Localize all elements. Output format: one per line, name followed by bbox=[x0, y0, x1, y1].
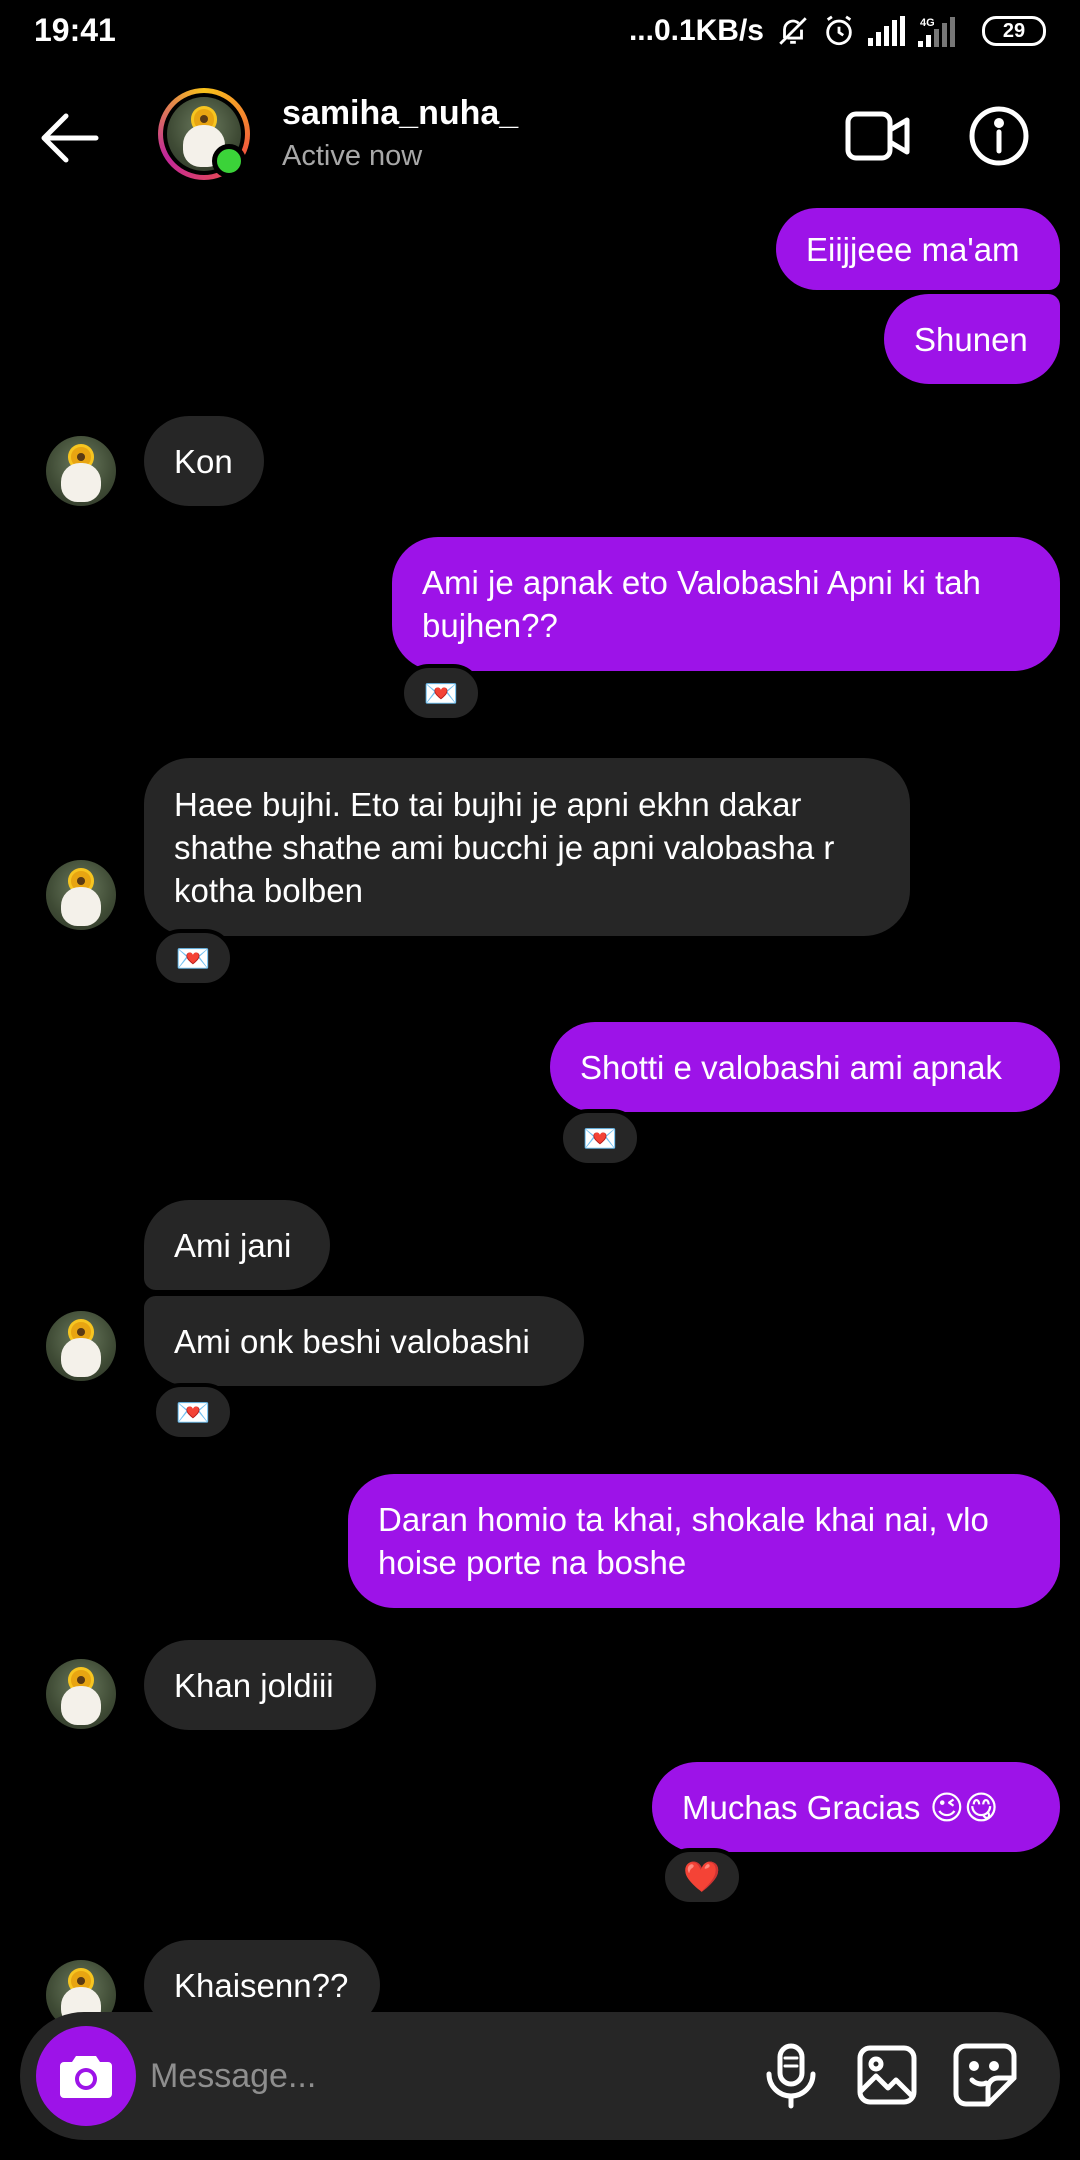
signal-4g-icon: 4G bbox=[918, 15, 970, 47]
message-bubble-sent[interactable]: Muchas Gracias 😉😋 bbox=[652, 1762, 1060, 1852]
network-type-label: 4G bbox=[920, 17, 935, 29]
message-bubble-received[interactable]: Ami onk beshi valobashi bbox=[144, 1296, 584, 1386]
chat-screen: 19:41 ...0.1KB/s 4G 29 samiha_nuha_ Acti… bbox=[0, 0, 1080, 2160]
message-bubble-sent[interactable]: Ami je apnak eto Valobashi Apni ki tah b… bbox=[392, 537, 1060, 671]
camera-icon bbox=[60, 2056, 112, 2098]
message-reaction[interactable]: 💌 bbox=[152, 929, 234, 987]
battery-indicator: 29 bbox=[982, 16, 1046, 46]
chat-username[interactable]: samiha_nuha_ bbox=[282, 94, 518, 133]
message-bubble-sent[interactable]: Shunen bbox=[884, 294, 1060, 384]
message-reaction[interactable]: ❤️ bbox=[661, 1848, 743, 1906]
chat-header: samiha_nuha_ Active now bbox=[0, 80, 1080, 195]
message-reaction[interactable]: 💌 bbox=[152, 1383, 234, 1441]
message-bubble-sent[interactable]: Eiijjeee ma'am bbox=[776, 208, 1060, 290]
back-button[interactable] bbox=[38, 110, 102, 166]
voice-message-button[interactable] bbox=[755, 2040, 827, 2112]
network-speed: ...0.1KB/s bbox=[628, 14, 764, 47]
sender-avatar[interactable] bbox=[46, 1659, 116, 1729]
video-call-button[interactable] bbox=[845, 108, 911, 164]
image-icon bbox=[857, 2045, 917, 2105]
message-bubble-sent[interactable]: Daran homio ta khai, shokale khai nai, v… bbox=[348, 1474, 1060, 1608]
sticker-icon bbox=[953, 2043, 1017, 2107]
sender-avatar[interactable] bbox=[46, 436, 116, 506]
message-reaction[interactable]: 💌 bbox=[559, 1109, 641, 1167]
camera-button[interactable] bbox=[36, 2026, 136, 2126]
back-arrow-icon bbox=[41, 113, 99, 163]
message-input[interactable] bbox=[150, 2046, 710, 2106]
gallery-button[interactable] bbox=[856, 2044, 918, 2106]
microphone-icon bbox=[766, 2043, 816, 2109]
mute-bell-icon bbox=[776, 14, 810, 48]
message-composer bbox=[20, 2012, 1060, 2140]
message-bubble-sent[interactable]: Shotti e valobashi ami apnak bbox=[550, 1022, 1060, 1112]
sender-avatar[interactable] bbox=[46, 860, 116, 930]
signal-icon bbox=[868, 16, 906, 46]
info-button[interactable] bbox=[968, 105, 1030, 167]
alarm-icon bbox=[822, 14, 856, 48]
message-bubble-received[interactable]: Kon bbox=[144, 416, 264, 506]
message-reaction[interactable]: 💌 bbox=[400, 664, 482, 722]
status-time: 19:41 bbox=[34, 12, 116, 48]
status-bar: 19:41 ...0.1KB/s 4G 29 bbox=[0, 0, 1080, 62]
sender-avatar[interactable] bbox=[46, 1311, 116, 1381]
active-status: Active now bbox=[282, 140, 423, 172]
video-camera-icon bbox=[845, 111, 910, 161]
message-bubble-received[interactable]: Khan joldiii bbox=[144, 1640, 376, 1730]
info-icon bbox=[969, 106, 1029, 166]
sticker-button[interactable] bbox=[952, 2042, 1018, 2108]
online-indicator bbox=[212, 144, 246, 178]
message-bubble-received[interactable]: Ami jani bbox=[144, 1200, 330, 1290]
status-icons: ...0.1KB/s 4G 29 bbox=[629, 10, 1046, 52]
message-bubble-received[interactable]: Haee bujhi. Eto tai bujhi je apni ekhn d… bbox=[144, 758, 910, 936]
